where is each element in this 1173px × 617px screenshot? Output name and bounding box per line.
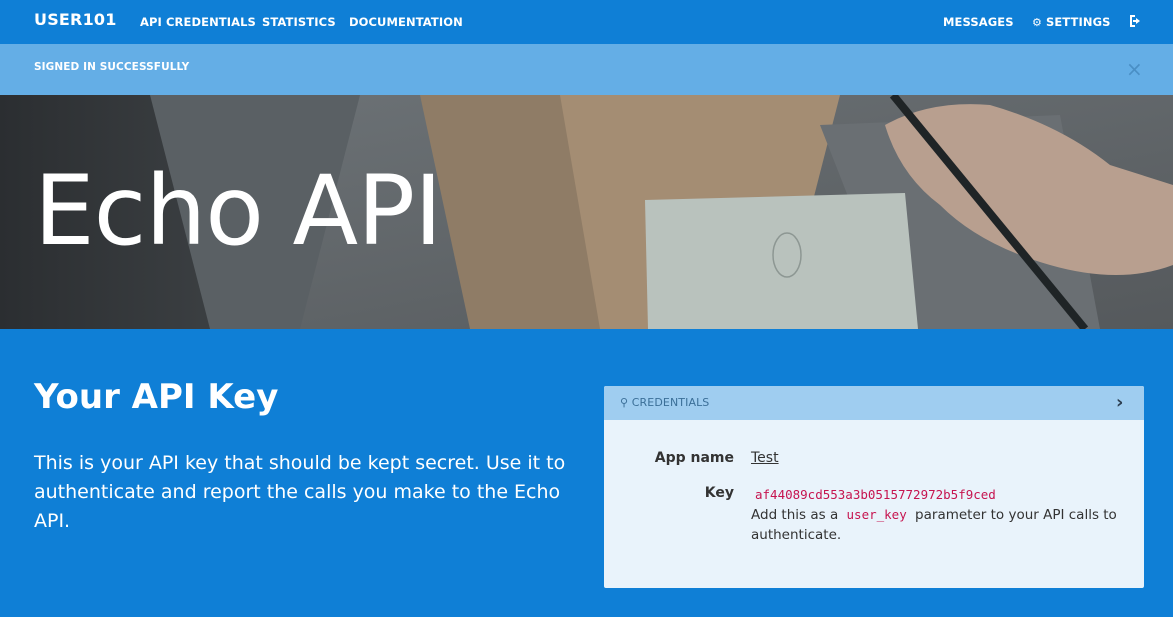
key-label: Key <box>704 485 734 501</box>
page-description: This is your API key that should be kept… <box>34 452 566 532</box>
flash-text: SIGNED IN SUCCESSFULLY <box>34 61 190 73</box>
close-icon[interactable]: × <box>1126 59 1143 79</box>
brand-link[interactable]: USER101 <box>34 10 117 29</box>
chevron-right-icon[interactable]: › <box>1116 393 1123 413</box>
logout-button[interactable] <box>1128 13 1144 29</box>
flash-message: SIGNED IN SUCCESSFULLY × <box>0 44 1173 95</box>
user-key-code: user_key <box>846 507 907 522</box>
api-key-value: af44089cd553a3b0515772972b5f9ced <box>755 487 996 502</box>
nav-settings-label: SETTINGS <box>1045 15 1111 29</box>
hero-banner: Echo API <box>0 95 1173 329</box>
credentials-panel-header[interactable]: ⚲ CREDENTIALS › <box>604 386 1144 420</box>
key-help-before: Add this as a <box>751 507 839 523</box>
app-name-label: App name <box>654 450 734 466</box>
credentials-panel: ⚲ CREDENTIALS › App name Test Key af4408… <box>604 386 1144 588</box>
gear-icon: ⚙ <box>1032 16 1042 29</box>
nav-api-credentials[interactable]: API CREDENTIALS <box>140 15 256 29</box>
credentials-header-title: ⚲ CREDENTIALS <box>620 396 709 409</box>
app-name-link[interactable]: Test <box>751 450 779 466</box>
credentials-header-label: CREDENTIALS <box>631 396 710 409</box>
key-icon: ⚲ <box>620 396 632 409</box>
top-navbar: USER101 API CREDENTIALS STATISTICS DOCUM… <box>0 0 1173 44</box>
main-section: Your API Key This is your API key that s… <box>0 329 1173 617</box>
page-title: Your API Key <box>34 377 279 417</box>
nav-statistics[interactable]: STATISTICS <box>262 15 336 29</box>
nav-settings[interactable]: ⚙ SETTINGS <box>1032 15 1111 29</box>
nav-documentation[interactable]: DOCUMENTATION <box>349 15 463 29</box>
hero-title: Echo API <box>34 155 442 267</box>
key-help-text: Add this as a user_key parameter to your… <box>751 505 1131 545</box>
sign-out-icon <box>1130 15 1140 27</box>
nav-messages[interactable]: MESSAGES <box>943 15 1014 29</box>
